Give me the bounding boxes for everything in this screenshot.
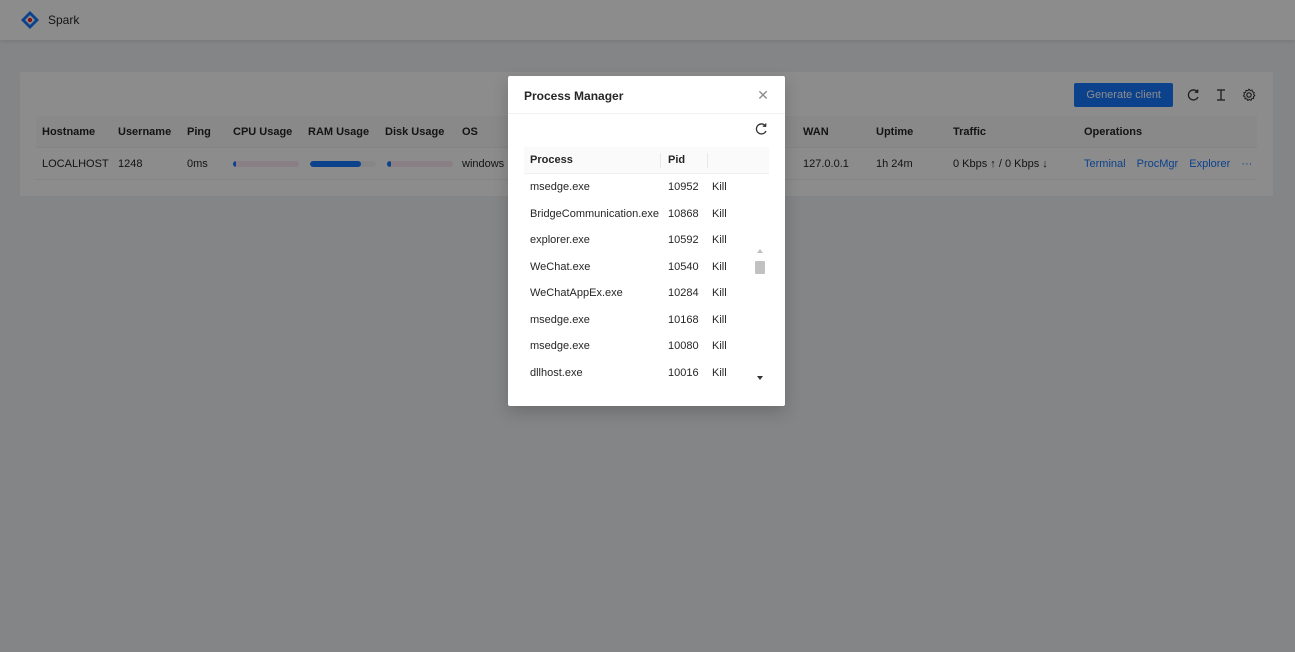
- scroll-thumb[interactable]: [755, 261, 765, 274]
- kill-button[interactable]: Kill: [712, 307, 727, 333]
- col-pid: Pid: [668, 154, 686, 166]
- process-pid: 10080: [668, 340, 699, 352]
- process-table-header: Process Pid: [524, 147, 769, 174]
- column-divider: [660, 153, 661, 168]
- kill-button[interactable]: Kill: [712, 333, 727, 359]
- process-table: Process Pid msedge.exe 10952 Kill BridgeCom…: [524, 147, 769, 386]
- process-pid: 10592: [668, 234, 699, 246]
- process-pid: 10952: [668, 181, 699, 193]
- kill-button[interactable]: Kill: [712, 254, 727, 280]
- process-pid: 10540: [668, 260, 699, 273]
- kill-button[interactable]: Kill: [712, 227, 727, 253]
- process-rows: msedge.exe 10952 Kill BridgeCommunication.e…: [524, 174, 769, 386]
- col-process: Process: [530, 154, 573, 166]
- column-divider: [707, 153, 708, 168]
- process-name: WeChatAppEx.exe: [530, 287, 623, 299]
- process-pid: 10168: [668, 313, 699, 326]
- process-manager-modal: Process Manager ✕ Process Pid msedge.exe…: [508, 76, 785, 406]
- process-row: dllhost.exe 10016 Kill: [524, 360, 769, 387]
- process-name: WeChat.exe: [530, 260, 591, 273]
- close-icon[interactable]: ✕: [755, 87, 771, 103]
- modal-divider: [508, 113, 785, 114]
- process-row: msedge.exe 10952 Kill: [524, 174, 769, 201]
- modal-title: Process Manager: [524, 89, 624, 103]
- reload-processes-icon[interactable]: [753, 122, 769, 138]
- process-name: dllhost.exe: [530, 366, 583, 379]
- process-pid: 10016: [668, 366, 699, 379]
- process-name: msedge.exe: [530, 313, 590, 326]
- kill-button[interactable]: Kill: [712, 360, 727, 386]
- process-row: WeChat.exe 10540 Kill: [524, 254, 769, 281]
- kill-button[interactable]: Kill: [712, 280, 727, 306]
- process-name: msedge.exe: [530, 181, 590, 193]
- kill-button[interactable]: Kill: [712, 201, 727, 227]
- process-row: msedge.exe 10168 Kill: [524, 307, 769, 334]
- process-name: explorer.exe: [530, 234, 590, 246]
- process-pid: 10284: [668, 287, 699, 299]
- process-list-scrollbar[interactable]: [754, 249, 766, 380]
- scroll-down-arrow-icon[interactable]: [757, 376, 763, 380]
- process-name: BridgeCommunication.exe: [530, 207, 660, 220]
- process-row: BridgeCommunication.exe 10868 Kill: [524, 201, 769, 228]
- kill-button[interactable]: Kill: [712, 174, 727, 200]
- process-pid: 10868: [668, 207, 699, 220]
- process-row: msedge.exe 10080 Kill: [524, 333, 769, 360]
- process-row: WeChatAppEx.exe 10284 Kill: [524, 280, 769, 307]
- scroll-up-arrow-icon[interactable]: [757, 249, 763, 253]
- process-name: msedge.exe: [530, 340, 590, 352]
- process-row: explorer.exe 10592 Kill: [524, 227, 769, 254]
